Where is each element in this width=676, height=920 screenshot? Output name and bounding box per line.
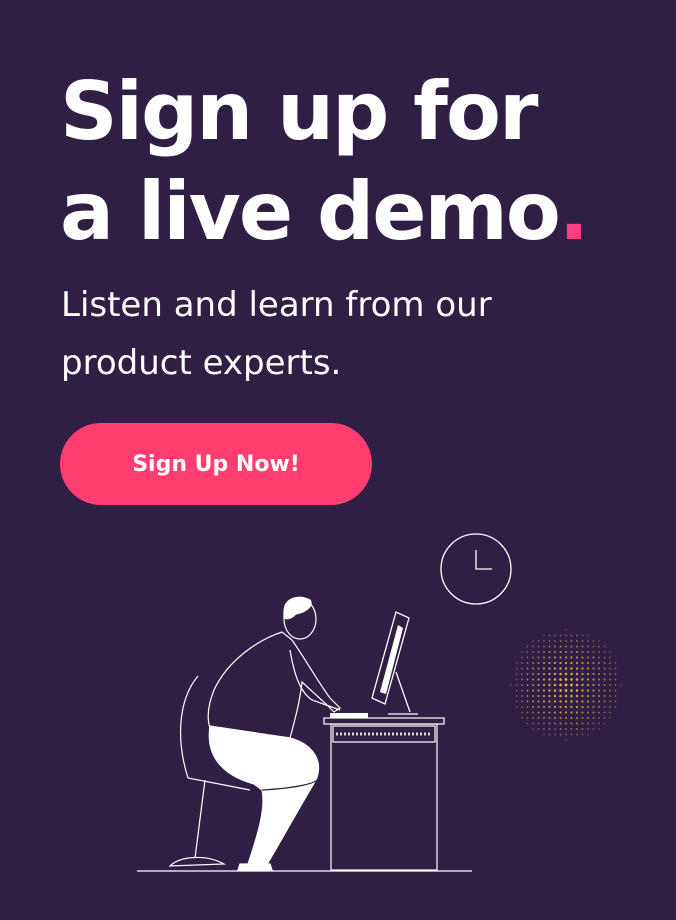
demo-banner: Sign up for a live demo. Listen and learn… (0, 0, 676, 920)
headline: Sign up for a live demo. (60, 62, 589, 262)
headline-line2: a live demo (60, 165, 561, 258)
headline-dot: . (558, 165, 589, 258)
clock-icon (440, 533, 512, 605)
keyboard-icon (330, 713, 368, 718)
sign-up-button[interactable]: Sign Up Now! (60, 423, 372, 505)
desk-icon (323, 717, 445, 871)
subtext: Listen and learn from our product expert… (61, 285, 492, 383)
person-at-desk-illustration (137, 533, 622, 872)
person (207, 596, 341, 871)
computer-monitor-icon (371, 611, 418, 715)
dot-pattern-circle (510, 629, 622, 741)
headline-line1: Sign up for (60, 65, 538, 158)
